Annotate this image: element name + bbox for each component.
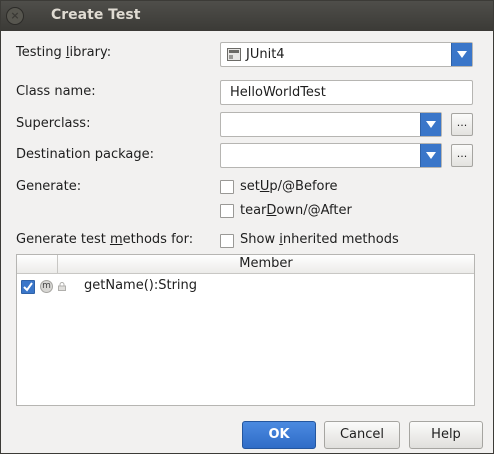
library-icon xyxy=(227,48,241,61)
method-badge-icon: m xyxy=(40,280,53,293)
checkbox-column-header[interactable] xyxy=(17,255,58,273)
destination-package-combo[interactable] xyxy=(220,143,442,168)
lock-icon xyxy=(58,282,66,291)
chevron-down-icon[interactable] xyxy=(420,113,441,136)
label-part: Show xyxy=(240,232,280,247)
destination-package-browse-button[interactable]: ... xyxy=(451,144,473,167)
checkmark-icon xyxy=(23,282,33,292)
title-bar: × Create Test xyxy=(1,1,493,31)
method-name: getName():String xyxy=(84,278,198,293)
cancel-button[interactable]: Cancel xyxy=(324,421,400,449)
testing-library-select[interactable]: JUnit4 xyxy=(220,42,473,67)
label-mnemonic: U xyxy=(259,179,270,194)
label-part: set xyxy=(240,179,260,194)
teardown-checkbox[interactable] xyxy=(220,204,234,218)
setup-checkbox[interactable] xyxy=(220,180,234,194)
chevron-down-icon[interactable] xyxy=(451,43,472,66)
label-part: ibrary: xyxy=(69,45,112,60)
label-part: Testing xyxy=(16,45,66,60)
class-name-value: HelloWorldTest xyxy=(230,85,326,100)
label-mnemonic: m xyxy=(109,232,123,247)
testing-library-label: Testing library: xyxy=(16,45,111,60)
help-button[interactable]: Help xyxy=(409,421,483,449)
label-part: own/@After xyxy=(276,203,352,218)
class-name-input[interactable]: HelloWorldTest xyxy=(220,80,473,105)
superclass-label: Superclass: xyxy=(16,116,91,131)
superclass-browse-button[interactable]: ... xyxy=(451,113,473,136)
methods-for-label: Generate test methods for: xyxy=(16,232,193,247)
members-table[interactable]: Member m getName():String xyxy=(16,254,475,406)
method-checkbox[interactable] xyxy=(21,280,35,294)
destination-package-label: Destination package: xyxy=(16,147,154,162)
label-part: p/@Before xyxy=(269,179,338,194)
create-test-dialog: × Create Test Testing library: JUnit4 Cl… xyxy=(0,0,494,454)
ok-button[interactable]: OK xyxy=(242,421,316,449)
testing-library-value: JUnit4 xyxy=(246,47,285,62)
member-column-header[interactable]: Member xyxy=(58,255,474,273)
chevron-down-icon[interactable] xyxy=(420,144,441,167)
superclass-combo[interactable] xyxy=(220,112,442,137)
dialog-title: Create Test xyxy=(51,7,141,23)
label-part: tear xyxy=(240,203,267,218)
label-part: Generate test xyxy=(16,232,110,247)
label-mnemonic: D xyxy=(266,203,277,218)
label-part: ethods for: xyxy=(122,232,194,247)
show-inherited-label[interactable]: Show inherited methods xyxy=(240,232,399,247)
table-header: Member xyxy=(17,255,474,274)
table-row[interactable]: m getName():String xyxy=(17,274,474,298)
label-part: nherited methods xyxy=(282,232,399,247)
show-inherited-checkbox[interactable] xyxy=(220,234,234,248)
teardown-label[interactable]: tearDown/@After xyxy=(240,203,352,218)
class-name-label: Class name: xyxy=(16,84,96,99)
setup-label[interactable]: setUp/@Before xyxy=(240,179,338,194)
generate-label: Generate: xyxy=(16,179,82,194)
close-button[interactable]: × xyxy=(6,7,24,25)
